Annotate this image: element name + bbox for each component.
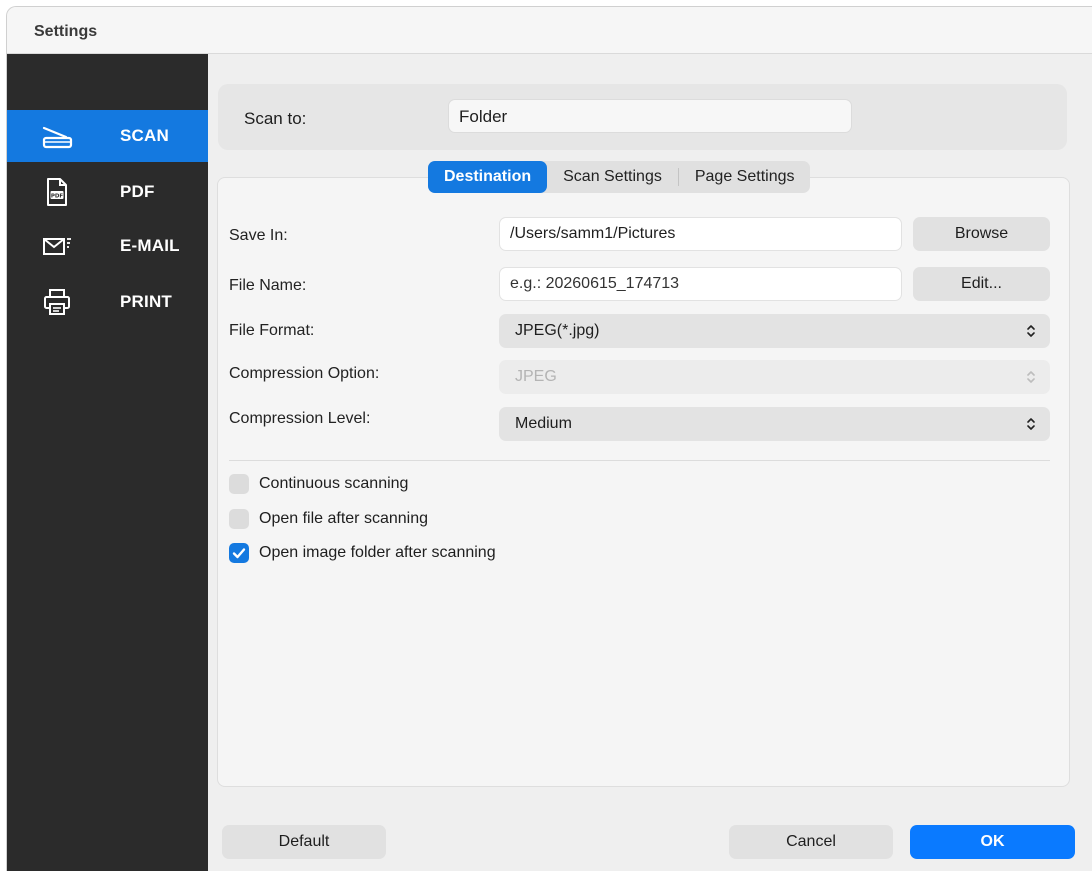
tab-page-settings[interactable]: Page Settings [679,161,811,193]
tab-bar: Destination Scan Settings Page Settings [428,161,811,193]
open-file-checkbox[interactable] [229,509,249,529]
tab-scan-settings[interactable]: Scan Settings [547,161,678,193]
scan-to-select[interactable]: Folder [448,99,852,133]
scan-to-label: Scan to: [244,109,307,128]
tab-destination[interactable]: Destination [428,161,548,193]
save-in-label: Save In: [229,227,288,244]
sidebar-item-pdf[interactable]: PDF PDF [7,166,208,218]
chevron-updown-icon [1027,325,1035,337]
sidebar-item-label: SCAN [120,126,169,145]
chevron-updown-icon [1027,418,1035,430]
svg-text:PDF: PDF [51,193,64,199]
save-in-field[interactable]: /Users/samm1/Pictures [499,217,902,251]
open-image-folder-checkbox[interactable] [229,543,249,563]
continuous-scanning-checkbox[interactable] [229,474,249,494]
scanner-icon [42,126,73,149]
sidebar-item-print[interactable]: PRINT [7,276,208,328]
scan-to-group: Scan to: Folder [218,84,1067,150]
file-name-field[interactable]: e.g.: 20260615_174713 [499,267,902,301]
browse-button[interactable]: Browse [913,217,1050,251]
sidebar-item-label: E-MAIL [120,236,180,255]
file-name-label: File Name: [229,277,307,294]
open-image-folder-label: Open image folder after scanning [259,544,496,561]
checkmark-icon [232,548,246,559]
edit-button[interactable]: Edit... [913,267,1050,301]
compression-option-label: Compression Option: [229,365,380,382]
file-format-value: JPEG(*.jpg) [515,322,600,339]
continuous-scanning-label: Continuous scanning [259,475,409,492]
sidebar-item-label: PDF [120,182,155,201]
window-title: Settings [34,23,98,40]
settings-window: Settings SCAN PDF PDF E-MAIL PRINT Scan … [6,6,1092,871]
compression-level-select[interactable]: Medium [499,407,1050,441]
compression-option-select: JPEG [499,360,1050,394]
sidebar-item-scan[interactable]: SCAN [7,110,208,162]
settings-panel: Save In: /Users/samm1/Pictures Browse Fi… [217,177,1070,787]
open-file-label: Open file after scanning [259,510,428,527]
printer-icon [44,289,70,315]
divider [229,460,1050,461]
compression-level-value: Medium [515,415,572,432]
sidebar: SCAN PDF PDF E-MAIL PRINT [7,54,208,871]
title-bar: Settings [7,7,1092,54]
ok-button[interactable]: OK [910,825,1075,859]
chevron-updown-icon [1027,371,1035,383]
compression-level-label: Compression Level: [229,410,371,427]
cancel-button[interactable]: Cancel [729,825,893,859]
file-format-label: File Format: [229,322,315,339]
sidebar-item-label: PRINT [120,292,172,311]
main-content: Scan to: Folder Save In: /Users/samm1/Pi… [208,54,1092,871]
file-format-select[interactable]: JPEG(*.jpg) [499,314,1050,348]
compression-option-value: JPEG [515,368,557,385]
pdf-file-icon: PDF [47,178,67,206]
default-button[interactable]: Default [222,825,386,859]
sidebar-item-email[interactable]: E-MAIL [7,220,208,272]
envelope-icon [43,238,71,255]
